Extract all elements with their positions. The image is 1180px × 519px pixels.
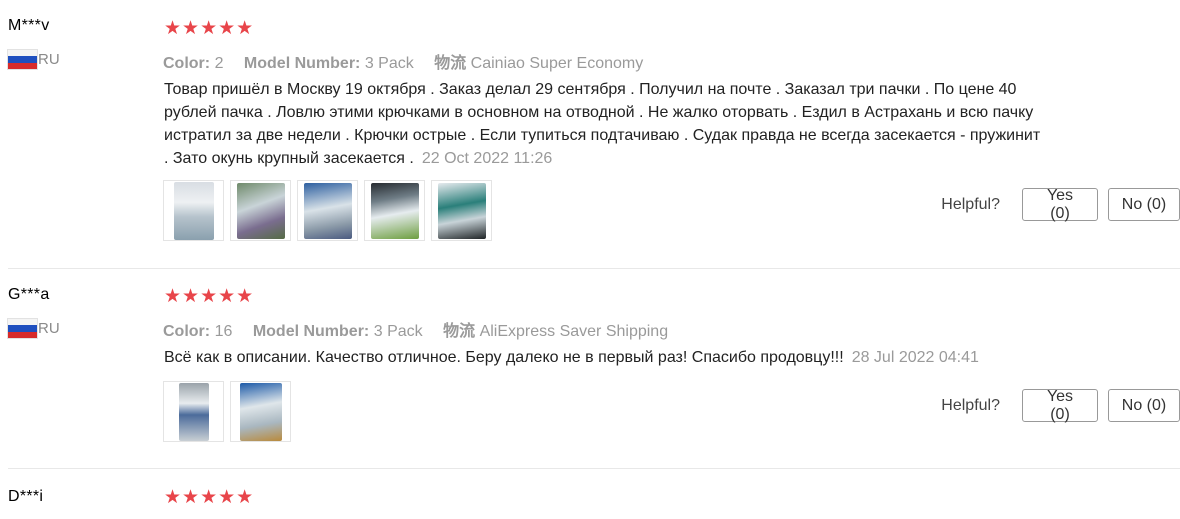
reviewer-name: M***v xyxy=(8,17,50,34)
helpful-vote: Helpful? Yes (0) No (0) xyxy=(941,187,1180,222)
helpful-no-button[interactable]: No (0) xyxy=(1108,188,1180,221)
star-rating: ★★★★★ xyxy=(164,18,255,39)
review-body: Товар пришёл в Москву 19 октября . Заказ… xyxy=(164,81,1041,167)
review-photos xyxy=(163,381,291,442)
model-number-label: Model Number: xyxy=(252,323,370,340)
color-label: Color: xyxy=(163,55,211,72)
review-photo-thumbnail[interactable] xyxy=(364,180,425,241)
review-date: 28 Jul 2022 04:41 xyxy=(851,349,979,366)
color-label: Color: xyxy=(163,323,211,340)
color-value: 2 xyxy=(214,55,224,72)
shipping-label: 物流 xyxy=(443,323,476,340)
review-photo-thumbnail[interactable] xyxy=(297,180,358,241)
reviewer-name: G***a xyxy=(8,286,50,303)
russia-flag-icon xyxy=(8,319,37,338)
review-divider xyxy=(8,468,1180,469)
helpful-label: Helpful? xyxy=(941,195,1000,213)
helpful-vote: Helpful? Yes (0) No (0) xyxy=(941,388,1180,423)
model-number-value: 3 Pack xyxy=(373,323,423,340)
star-rating: ★★★★★ xyxy=(164,487,255,508)
star-rating: ★★★★★ xyxy=(164,286,255,307)
russia-flag-icon xyxy=(8,50,37,69)
helpful-yes-button[interactable]: Yes (0) xyxy=(1022,388,1098,423)
reviewer-name: D***i xyxy=(8,488,44,505)
reviewer-country: RU xyxy=(8,50,60,69)
helpful-label: Helpful? xyxy=(941,396,1000,414)
review-text: Товар пришёл в Москву 19 октября . Заказ… xyxy=(164,78,1049,170)
shipping-label: 物流 xyxy=(434,55,467,72)
shipping-value: Cainiao Super Economy xyxy=(470,55,644,72)
review-text: Всё как в описании. Качество отличное. Б… xyxy=(164,346,1049,369)
review-date: 22 Oct 2022 11:26 xyxy=(421,150,553,167)
review-photo-thumbnail[interactable] xyxy=(431,180,492,241)
review-photos xyxy=(163,180,492,241)
country-code: RU xyxy=(38,320,60,337)
review-divider xyxy=(8,268,1180,269)
reviewer-country: RU xyxy=(8,319,60,338)
helpful-yes-button[interactable]: Yes (0) xyxy=(1022,187,1098,222)
review-photo-thumbnail[interactable] xyxy=(163,381,224,442)
review-body: Всё как в описании. Качество отличное. Б… xyxy=(164,349,844,366)
review-photo-thumbnail[interactable] xyxy=(163,180,224,241)
model-number-value: 3 Pack xyxy=(364,55,414,72)
review-attributes: Color: 16 Model Number: 3 Pack 物流 AliExp… xyxy=(163,317,668,341)
helpful-no-button[interactable]: No (0) xyxy=(1108,389,1180,422)
country-code: RU xyxy=(38,51,60,68)
color-value: 16 xyxy=(214,323,233,340)
model-number-label: Model Number: xyxy=(243,55,361,72)
review-photo-thumbnail[interactable] xyxy=(230,180,291,241)
review-photo-thumbnail[interactable] xyxy=(230,381,291,442)
review-attributes: Color: 2 Model Number: 3 Pack 物流 Cainiao… xyxy=(163,49,643,73)
shipping-value: AliExpress Saver Shipping xyxy=(479,323,669,340)
